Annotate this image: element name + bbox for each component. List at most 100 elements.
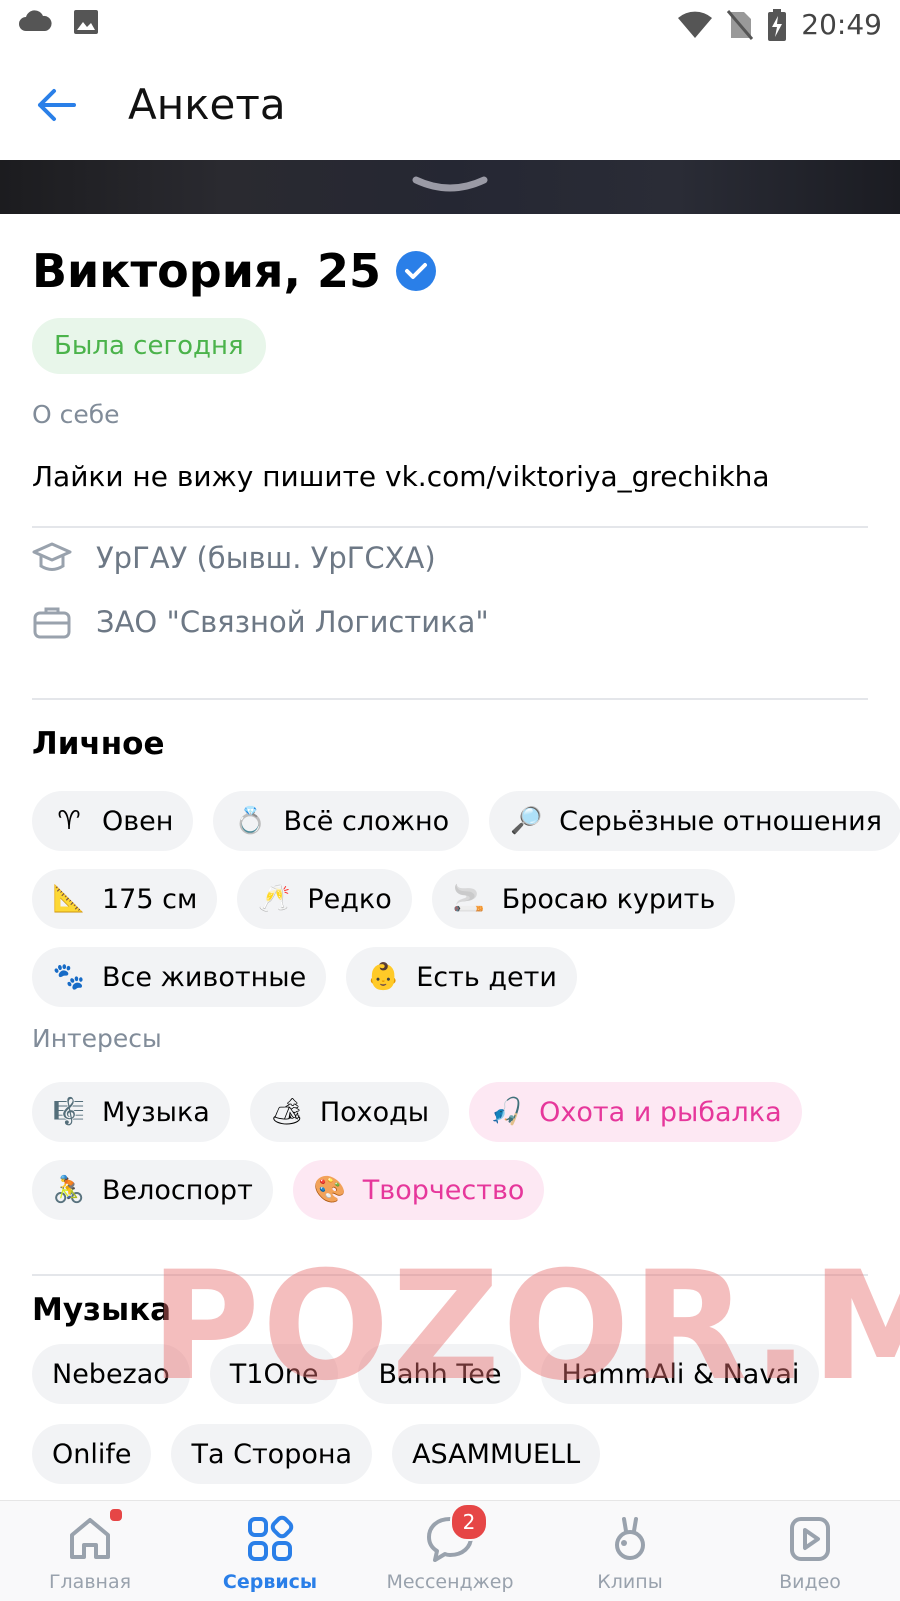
profile-photo[interactable] (0, 160, 900, 214)
ruler-icon: 📐 (52, 884, 86, 914)
personal-title: Личное (32, 726, 165, 762)
education-row: УрГАУ (бывш. УрГСХА) (32, 538, 436, 578)
cigarette-icon: 🚬 (452, 884, 485, 914)
nav-label: Главная (48, 1571, 132, 1593)
image-icon (74, 10, 98, 34)
personal-chip-row: 📐 175 см 🥂 Редко 🚬 Бросаю курить (32, 869, 736, 929)
divider (32, 698, 868, 700)
nav-services[interactable]: Сервисы (180, 1501, 360, 1601)
notification-dot (108, 1507, 124, 1523)
chip-artist[interactable]: Nebezao (32, 1344, 190, 1404)
aries-icon: ♈ (57, 806, 81, 836)
chip-interest-hiking[interactable]: 🏕 Походы (249, 1082, 450, 1142)
services-grid-icon (248, 1515, 294, 1561)
arrow-left-icon (38, 89, 76, 121)
chip-pets[interactable]: 🐾 Все животные (32, 947, 327, 1007)
nav-label: Мессенджер (386, 1571, 514, 1593)
music-title: Музыка (32, 1292, 172, 1328)
chip-alcohol[interactable]: 🥂 Редко (237, 869, 412, 929)
chip-label: Бросаю курить (501, 883, 716, 915)
interests-chip-row: 🚴 Велоспорт 🎨 Творчество (32, 1160, 545, 1220)
page-title: Анкета (128, 80, 286, 129)
chip-children[interactable]: 👶 Есть дети (346, 947, 577, 1007)
chip-interest-cycling[interactable]: 🚴 Велоспорт (32, 1160, 273, 1220)
battery-charging-icon (768, 8, 787, 41)
about-caption: О себе (32, 400, 120, 429)
chip-looking-for[interactable]: 🔎 Серьёзные отношения (489, 791, 900, 851)
divider (32, 1274, 868, 1276)
about-text[interactable]: Лайки не вижу пишите vk.com/viktoriya_gr… (32, 460, 770, 493)
chip-smoking[interactable]: 🚬 Бросаю курить (431, 869, 736, 929)
work-text: ЗАО "Связной Логистика" (96, 605, 489, 639)
work-row: ЗАО "Связной Логистика" (32, 602, 489, 642)
chip-label: 175 см (102, 883, 198, 915)
chip-zodiac[interactable]: ♈ Овен (32, 791, 194, 851)
chip-artist[interactable]: Та Сторона (171, 1424, 373, 1484)
baby-icon: 👶 (367, 962, 400, 992)
chip-label: Серьёзные отношения (559, 805, 882, 837)
chip-label: Творчество (362, 1174, 525, 1206)
chip-artist[interactable]: Bahh Tee (358, 1344, 522, 1404)
cloud-icon (19, 10, 52, 31)
nav-video[interactable]: Видео (720, 1501, 900, 1601)
interests-chip-row: 🎼 Музыка 🏕 Походы 🎣 Охота и рыбалка (32, 1082, 802, 1142)
chip-label: Есть дети (416, 961, 557, 993)
chip-label: Походы (319, 1096, 430, 1128)
palette-icon: 🎨 (313, 1175, 346, 1205)
chip-artist[interactable]: Onlife (32, 1424, 152, 1484)
ring-icon: 💍 (234, 806, 267, 836)
app-bar: Анкета (0, 50, 900, 160)
personal-chip-row: 🐾 Все животные 👶 Есть дети (32, 947, 577, 1007)
paw-icon: 🐾 (52, 962, 86, 992)
graduation-cap-icon (32, 542, 72, 571)
champagne-icon: 🥂 (258, 884, 291, 914)
back-button[interactable] (28, 80, 84, 130)
nav-home[interactable]: Главная (0, 1501, 180, 1601)
chip-label: Всё сложно (283, 805, 450, 837)
chip-interest-creativity[interactable]: 🎨 Творчество (292, 1160, 545, 1220)
nav-label: Видео (779, 1571, 841, 1593)
home-icon (70, 1518, 110, 1559)
chip-label: Все животные (102, 961, 307, 993)
briefcase-icon (33, 607, 71, 639)
fishing-icon: 🎣 (489, 1097, 523, 1127)
chip-artist[interactable]: T1One (209, 1344, 339, 1404)
status-bar: 20:49 (0, 0, 900, 50)
music-chip-row: Onlife Та Сторона ASAMMUELL (32, 1424, 601, 1484)
chip-label: Музыка (102, 1096, 210, 1128)
nav-messenger[interactable]: 2 Мессенджер (360, 1501, 540, 1601)
no-sim-icon (727, 9, 754, 40)
camping-icon: 🏕 (270, 1097, 304, 1127)
unread-badge: 2 (450, 1503, 488, 1541)
chip-label: Овен (102, 805, 174, 837)
personal-chip-row: ♈ Овен 💍 Всё сложно 🔎 Серьёзные отношени… (32, 791, 900, 851)
chip-relationship[interactable]: 💍 Всё сложно (213, 791, 470, 851)
interests-caption: Интересы (32, 1024, 162, 1053)
nav-clips[interactable]: Клипы (540, 1501, 720, 1601)
profile-name: Виктория, 25 (32, 244, 381, 298)
chip-label: Велоспорт (102, 1174, 253, 1206)
name-row: Виктория, 25 (32, 244, 437, 298)
verified-icon (395, 251, 436, 291)
clips-icon (615, 1517, 645, 1560)
chip-height[interactable]: 📐 175 см (32, 869, 218, 929)
cyclist-icon: 🚴 (52, 1175, 86, 1205)
nav-label: Сервисы (222, 1571, 318, 1593)
music-score-icon: 🎼 (52, 1097, 86, 1127)
chevron-down-icon[interactable] (410, 170, 490, 200)
online-status-badge: Была сегодня (32, 318, 266, 374)
chip-artist[interactable]: HammAli & Navai (541, 1344, 820, 1404)
status-time: 20:49 (801, 8, 882, 41)
divider (32, 526, 868, 528)
education-text: УрГАУ (бывш. УрГСХА) (96, 541, 436, 575)
video-play-icon (790, 1517, 830, 1561)
chip-interest-hunting-fishing[interactable]: 🎣 Охота и рыбалка (469, 1082, 802, 1142)
chip-label: Редко (307, 883, 392, 915)
chip-label: Охота и рыбалка (539, 1096, 782, 1128)
chip-artist[interactable]: ASAMMUELL (392, 1424, 601, 1484)
magnifier-icon: 🔎 (509, 806, 543, 836)
chip-interest-music[interactable]: 🎼 Музыка (32, 1082, 230, 1142)
nav-label: Клипы (597, 1571, 663, 1593)
bottom-nav: Главная Сервисы 2 Мессенджер Клипы Видео (0, 1500, 900, 1601)
wifi-icon (678, 11, 713, 38)
